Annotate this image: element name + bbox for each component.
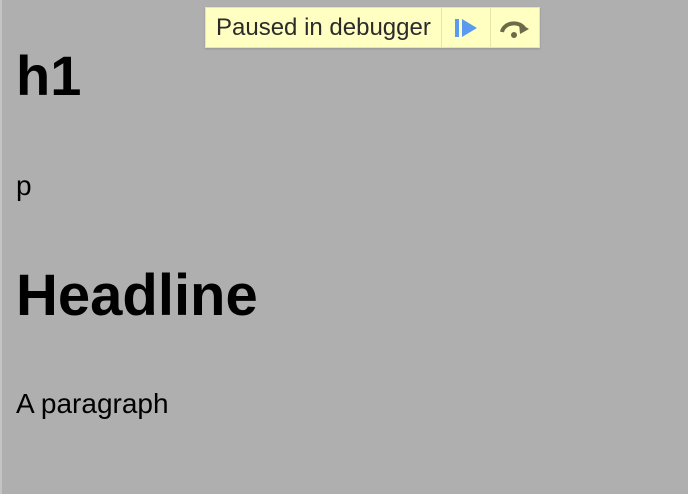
- paragraph-p-label: p: [16, 170, 32, 201]
- debugger-paused-label: Paused in debugger: [206, 8, 442, 47]
- page-content: h1 p Headline A paragraph: [0, 0, 688, 494]
- step-over-icon: [498, 17, 532, 39]
- heading-h1-label: h1: [16, 44, 82, 107]
- paragraph-text: A paragraph: [16, 388, 169, 419]
- page-left-edge: [0, 0, 2, 494]
- resume-button[interactable]: [442, 8, 491, 47]
- resume-icon: [453, 17, 479, 39]
- step-over-button[interactable]: [491, 8, 539, 47]
- debugger-paused-bar: Paused in debugger: [205, 7, 540, 48]
- headline: Headline: [16, 263, 258, 328]
